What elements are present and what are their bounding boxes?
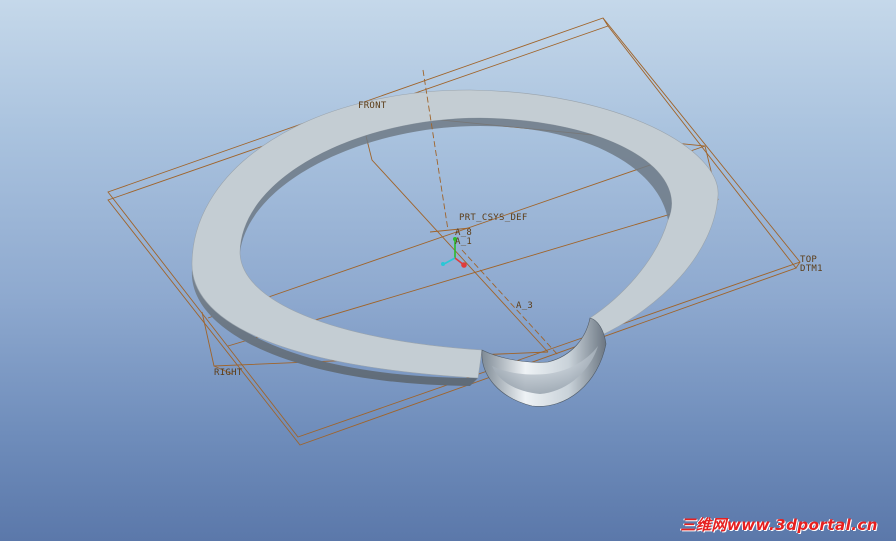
datum-label-front[interactable]: FRONT: [358, 101, 387, 111]
datum-label-dtm1[interactable]: DTM1: [800, 264, 823, 274]
axis-label-a1[interactable]: A_1: [455, 237, 472, 247]
watermark-logo: 三维网www.3dportal.cn: [680, 516, 878, 534]
graphics-viewport[interactable]: FRONT TOP DTM1 RIGHT PRT_CSYS_DEF A_8 A_…: [0, 0, 896, 541]
datum-label-right[interactable]: RIGHT: [214, 368, 243, 378]
datum-label-csys[interactable]: PRT_CSYS_DEF: [459, 213, 528, 223]
model-scene[interactable]: [0, 0, 896, 541]
axis-label-a3[interactable]: A_3: [516, 301, 533, 311]
